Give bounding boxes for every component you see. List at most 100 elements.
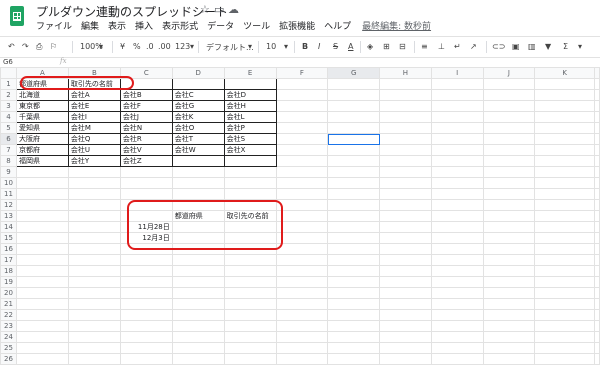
cell[interactable]	[15, 166, 69, 178]
cell[interactable]	[171, 287, 225, 299]
cell[interactable]	[430, 265, 484, 277]
cell[interactable]	[379, 100, 432, 112]
cell[interactable]	[594, 188, 600, 200]
cell[interactable]	[482, 232, 536, 244]
cell[interactable]	[327, 287, 381, 299]
strikethrough-button[interactable]: S	[333, 42, 338, 51]
cell[interactable]: 会社M	[67, 122, 121, 134]
functions-icon[interactable]: Σ	[563, 42, 568, 51]
cell[interactable]	[430, 199, 484, 211]
cell[interactable]	[482, 199, 536, 211]
row-header[interactable]: 14	[0, 221, 17, 233]
cell[interactable]	[327, 309, 381, 321]
cell[interactable]	[379, 221, 432, 233]
cell[interactable]	[534, 188, 595, 200]
cell[interactable]	[594, 100, 600, 112]
italic-button[interactable]: I	[318, 42, 320, 51]
column-header[interactable]: J	[482, 67, 536, 79]
cloud-icon[interactable]: ☁	[228, 3, 239, 16]
cell[interactable]	[275, 287, 329, 299]
cell[interactable]	[327, 210, 381, 222]
font-select[interactable]: デフォルト...	[206, 42, 254, 53]
cell[interactable]	[275, 166, 329, 178]
chevron-down-icon[interactable]: ▾	[578, 42, 582, 51]
cell[interactable]	[594, 287, 600, 299]
column-header[interactable]: D	[171, 67, 225, 79]
cell[interactable]: 会社Z	[119, 155, 173, 167]
last-edit-link[interactable]: 最終編集: 数秒前	[362, 19, 431, 32]
cell[interactable]	[379, 122, 432, 134]
cell[interactable]	[534, 265, 595, 277]
cell[interactable]	[482, 276, 536, 288]
cell[interactable]	[379, 144, 432, 156]
cell[interactable]	[119, 320, 173, 332]
row-header[interactable]: 26	[0, 353, 17, 365]
cell[interactable]	[482, 320, 536, 332]
cell[interactable]: 会社W	[171, 144, 225, 156]
cell[interactable]	[482, 287, 536, 299]
cell[interactable]	[430, 177, 484, 189]
cell[interactable]	[534, 144, 595, 156]
cell[interactable]	[534, 298, 595, 310]
menu-data[interactable]: データ	[207, 19, 234, 32]
cell[interactable]	[275, 320, 329, 332]
cell[interactable]	[534, 155, 595, 167]
cell[interactable]	[594, 342, 600, 354]
cell[interactable]	[327, 342, 381, 354]
cell[interactable]	[379, 177, 432, 189]
menu-edit[interactable]: 編集	[81, 19, 99, 32]
cell[interactable]	[482, 100, 536, 112]
cell[interactable]	[379, 188, 432, 200]
cell[interactable]	[594, 254, 600, 266]
cell[interactable]	[327, 353, 381, 365]
cell[interactable]	[430, 111, 484, 123]
cell[interactable]	[327, 144, 381, 156]
borders-icon[interactable]: ⊞	[383, 42, 390, 51]
cell[interactable]	[275, 221, 329, 233]
cell[interactable]	[171, 309, 225, 321]
chevron-down-icon[interactable]: ▾	[99, 42, 103, 51]
cell[interactable]	[119, 342, 173, 354]
cell[interactable]	[430, 320, 484, 332]
cell[interactable]	[171, 353, 225, 365]
cell[interactable]	[119, 254, 173, 266]
cell[interactable]	[430, 166, 484, 178]
cell[interactable]	[67, 331, 121, 343]
cell[interactable]	[534, 133, 595, 145]
cell[interactable]	[15, 265, 69, 277]
cell[interactable]	[430, 155, 484, 167]
cell[interactable]	[594, 133, 600, 145]
row-header[interactable]: 11	[0, 188, 17, 200]
cell[interactable]	[379, 210, 432, 222]
row-header[interactable]: 3	[0, 100, 17, 112]
cell[interactable]	[327, 243, 381, 255]
cell[interactable]	[275, 155, 329, 167]
cell[interactable]: 京都府	[15, 144, 69, 156]
cell[interactable]	[15, 331, 69, 343]
cell[interactable]	[379, 166, 432, 178]
cell[interactable]	[482, 298, 536, 310]
cell[interactable]	[534, 122, 595, 134]
cell[interactable]	[67, 287, 121, 299]
cell[interactable]	[171, 276, 225, 288]
cell[interactable]	[379, 78, 432, 90]
cell[interactable]	[594, 111, 600, 123]
cell[interactable]	[594, 243, 600, 255]
cell[interactable]	[379, 232, 432, 244]
cell[interactable]	[534, 89, 595, 101]
cell[interactable]	[430, 144, 484, 156]
decrease-decimal-button[interactable]: .0	[146, 42, 154, 51]
increase-decimal-button[interactable]: .00	[158, 42, 171, 51]
cell[interactable]	[223, 265, 277, 277]
cell[interactable]	[594, 177, 600, 189]
cell[interactable]	[119, 188, 173, 200]
cell[interactable]	[15, 188, 69, 200]
row-header[interactable]: 16	[0, 243, 17, 255]
cell[interactable]	[15, 254, 69, 266]
cell[interactable]	[223, 155, 277, 167]
cell[interactable]	[594, 122, 600, 134]
cell[interactable]	[327, 133, 381, 145]
cell[interactable]	[119, 166, 173, 178]
cell[interactable]	[379, 331, 432, 343]
text-color-button[interactable]: A	[348, 42, 353, 51]
